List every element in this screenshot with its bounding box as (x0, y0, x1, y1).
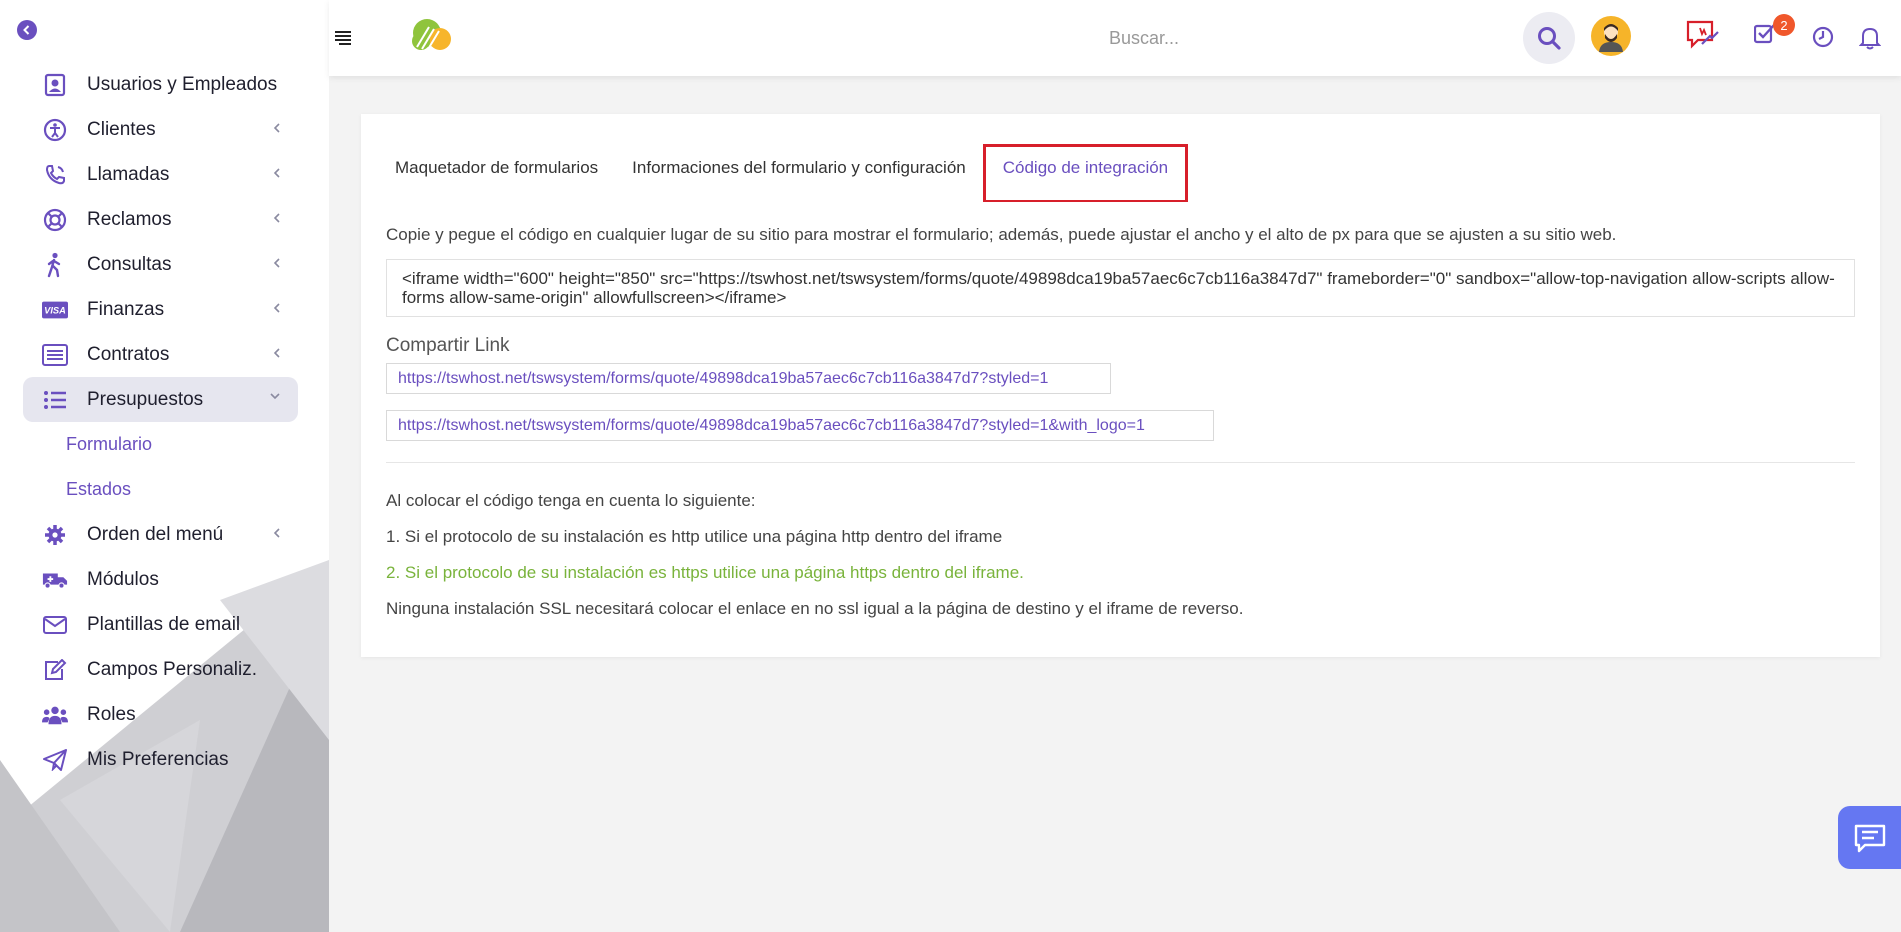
sidebar-item-label: Consultas (87, 253, 172, 275)
svg-text:VISA: VISA (44, 305, 66, 315)
topbar: 2 (329, 0, 1901, 76)
lifebuoy-icon (42, 207, 68, 233)
chevron-left-icon (23, 25, 30, 35)
integration-card: Maquetador de formularios Informaciones … (361, 114, 1880, 657)
sidebar-subitem-formulario[interactable]: Formulario (23, 422, 298, 467)
chat-bubble-icon (1854, 824, 1885, 852)
sidebar-item-orden-menu[interactable]: Orden del menú (23, 512, 298, 557)
chevron-left-icon (273, 303, 280, 313)
form-tabs: Maquetador de formularios Informaciones … (378, 144, 1189, 202)
sidebar-item-label: Plantillas de email (87, 613, 241, 635)
sidebar-item-reclamos[interactable]: Reclamos (23, 197, 298, 242)
sidebar-item-label: Campos Personaliz. (87, 658, 258, 680)
collapse-sidebar-button[interactable] (17, 20, 37, 40)
note-intro: Al colocar el código tenga en cuenta lo … (386, 491, 756, 510)
sidebar-item-clientes[interactable]: Clientes (23, 107, 298, 152)
sidebar-item-label: Contratos (87, 343, 170, 365)
sidebar-item-label: Clientes (87, 118, 156, 140)
chevron-left-icon (273, 168, 280, 178)
tab-form-info[interactable]: Informaciones del formulario y configura… (615, 149, 983, 199)
sidebar-item-label: Orden del menú (87, 523, 224, 545)
sidebar-item-usuarios[interactable]: Usuarios y Empleados (23, 62, 298, 107)
note-ssl: Ninguna instalación SSL necesitará coloc… (386, 599, 1244, 618)
share-link-styled-input[interactable] (386, 363, 1111, 394)
sidebar-item-label: Usuarios y Empleados (87, 73, 278, 95)
bell-icon (1859, 27, 1881, 50)
note-https: 2. Si el protocolo de su instalación es … (386, 563, 1024, 582)
note-http: 1. Si el protocolo de su instalación es … (386, 527, 1003, 546)
search-button[interactable] (1523, 12, 1575, 64)
users-icon (42, 702, 68, 728)
app-logo[interactable] (407, 13, 461, 57)
sidebar-item-consultas[interactable]: Consultas (23, 242, 298, 287)
notifications-button[interactable] (1859, 26, 1881, 50)
integration-description: Copie y pegue el código en cualquier lug… (386, 225, 1617, 244)
visa-card-icon: VISA (42, 297, 68, 323)
sidebar-item-label: Mis Preferencias (87, 748, 229, 770)
list-icon (42, 387, 68, 413)
tasks-badge: 2 (1773, 14, 1795, 36)
chat-alert-icon (1686, 20, 1719, 49)
user-badge-icon (42, 72, 68, 98)
history-button[interactable] (1812, 26, 1834, 48)
sidebar-item-label: Presupuestos (87, 388, 204, 410)
chevron-down-icon (270, 393, 280, 400)
share-link-title: Compartir Link (386, 335, 510, 356)
list-alt-icon (42, 342, 68, 368)
tab-form-builder[interactable]: Maquetador de formularios (378, 149, 615, 199)
sidebar-item-contratos[interactable]: Contratos (23, 332, 298, 377)
sidebar-item-mis-preferencias[interactable]: Mis Preferencias (23, 737, 298, 782)
sidebar-item-finanzas[interactable]: VISA Finanzas (23, 287, 298, 332)
sidebar-item-modulos[interactable]: Módulos (23, 557, 298, 602)
person-walking-icon (42, 252, 68, 278)
sidebar-item-roles[interactable]: Roles (23, 692, 298, 737)
sidebar-item-campos-personaliz[interactable]: Campos Personaliz. (23, 647, 298, 692)
user-avatar-icon (1599, 24, 1623, 52)
chevron-left-icon (273, 213, 280, 223)
chevron-left-icon (273, 258, 280, 268)
divider (386, 462, 1855, 463)
sidebar-item-label: Llamadas (87, 163, 170, 185)
search-input[interactable] (1109, 22, 1529, 54)
envelope-icon (42, 612, 68, 638)
phone-icon (42, 162, 68, 188)
sidebar-item-presupuestos[interactable]: Presupuestos (23, 377, 298, 422)
tab-integration-code[interactable]: Código de integración (982, 144, 1189, 202)
sidebar-item-llamadas[interactable]: Llamadas (23, 152, 298, 197)
embed-code-textarea[interactable]: <iframe width="600" height="850" src="ht… (386, 259, 1855, 317)
sidebar-item-label: Módulos (87, 568, 159, 590)
chevron-left-icon (273, 348, 280, 358)
hamburger-menu-icon[interactable] (334, 28, 354, 46)
sidebar-item-plantillas-email[interactable]: Plantillas de email (23, 602, 298, 647)
clock-icon (1812, 26, 1834, 48)
ambulance-icon (42, 567, 68, 593)
search-icon (1538, 27, 1561, 50)
gear-icon (42, 522, 68, 548)
sidebar-item-label: Roles (87, 703, 136, 725)
sidebar-subitem-estados[interactable]: Estados (23, 467, 298, 512)
chevron-left-icon (273, 528, 280, 538)
sidebar-item-label: Finanzas (87, 298, 165, 320)
messages-button[interactable] (1686, 20, 1720, 52)
sidebar-item-label: Reclamos (87, 208, 172, 230)
share-link-logo-input[interactable] (386, 410, 1214, 441)
paper-plane-icon (42, 747, 68, 773)
user-avatar[interactable] (1591, 16, 1631, 56)
edit-icon (42, 657, 68, 683)
chat-support-button[interactable] (1838, 806, 1901, 869)
chevron-left-icon (273, 123, 280, 133)
sidebar-menu: Usuarios y Empleados Clientes Llamadas R… (23, 62, 298, 782)
accessibility-icon (42, 117, 68, 143)
sidebar: Usuarios y Empleados Clientes Llamadas R… (0, 0, 329, 932)
